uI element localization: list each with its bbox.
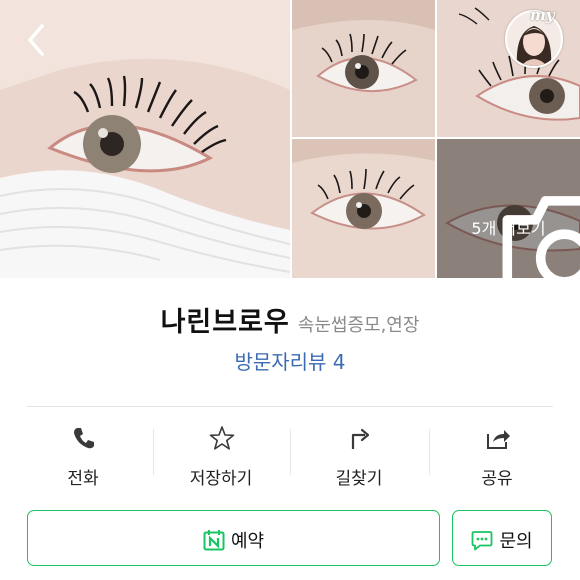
star-icon — [209, 426, 235, 450]
back-button[interactable] — [22, 20, 52, 60]
naver-calendar-icon — [203, 530, 225, 551]
action-bar: 전화 저장하기 길찾기 공유 — [0, 407, 580, 497]
more-photos-label: 5개 더보기 — [471, 219, 546, 238]
more-photos-overlay[interactable]: 5개 더보기 — [437, 139, 580, 278]
save-button[interactable]: 저장하기 — [152, 407, 290, 497]
eye-photo-5[interactable]: 5개 더보기 — [437, 139, 580, 278]
share-icon — [487, 430, 510, 449]
directions-button[interactable]: 길찾기 — [290, 407, 428, 497]
reserve-label: 예약 — [230, 531, 265, 552]
inquiry-button[interactable]: 문의 — [452, 510, 552, 566]
eye-photo-2[interactable] — [292, 0, 435, 137]
photo-gallery: 5개 더보기 my — [0, 0, 580, 278]
share-button[interactable]: 공유 — [428, 407, 566, 497]
inquiry-label: 문의 — [499, 531, 533, 552]
chat-icon — [472, 531, 493, 551]
avatar-badge: my — [530, 6, 555, 24]
inquiry-button-content: 문의 — [453, 527, 551, 553]
reserve-button[interactable]: 예약 — [27, 510, 440, 566]
phone-icon — [74, 428, 94, 449]
title-row: 나린브로우 속눈썹증모,연장 — [0, 300, 580, 339]
directions-icon — [351, 428, 370, 449]
eye-photo-4[interactable] — [292, 139, 435, 278]
place-info: 나린브로우 속눈썹증모,연장 방문자리뷰 4 — [0, 278, 580, 406]
directions-label: 길찾기 — [335, 469, 383, 489]
eye-photo-3[interactable] — [437, 0, 580, 137]
place-category: 속눈썹증모,연장 — [297, 315, 420, 336]
visitor-review-link[interactable]: 방문자리뷰 4 — [0, 346, 580, 375]
call-button[interactable]: 전화 — [14, 407, 152, 497]
chevron-left-icon — [28, 24, 44, 56]
save-label: 저장하기 — [189, 469, 253, 489]
share-label: 공유 — [481, 469, 513, 489]
call-label: 전화 — [67, 469, 99, 489]
reserve-button-content: 예약 — [28, 527, 439, 553]
place-name: 나린브로우 — [160, 307, 290, 338]
